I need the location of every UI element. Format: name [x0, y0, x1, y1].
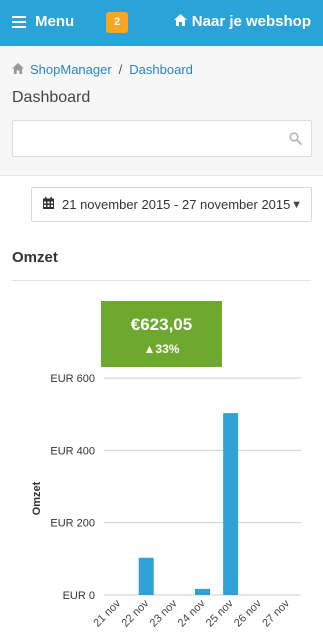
revenue-chart: EUR 0 EUR 200 EUR 400 EUR 600 21 nov22 nov23…	[31, 373, 301, 629]
x-tick-label: 27 nov	[260, 597, 292, 629]
hamburger-icon	[12, 15, 26, 28]
breadcrumb-separator: /	[118, 62, 123, 77]
x-tick-label: 26 nov	[232, 597, 264, 629]
x-tick-label: 24 nov	[176, 597, 208, 629]
top-navbar: Menu 2 Naar je webshop	[0, 0, 323, 46]
y-tick-label: EUR 0	[63, 590, 95, 602]
y-tick-label: EUR 200	[50, 518, 95, 530]
caret-down-icon: ▼	[291, 199, 302, 211]
webshop-link-label: Naar je webshop	[191, 13, 311, 30]
y-tick-label: EUR 600	[50, 373, 95, 385]
x-tick-label: 21 nov	[91, 597, 123, 629]
calendar-icon	[43, 197, 54, 212]
x-tick-label: 23 nov	[148, 597, 180, 629]
revenue-kpi-box: €623,05 ▲33%	[101, 301, 222, 367]
menu-label: Menu	[35, 13, 75, 30]
section-divider	[12, 280, 311, 281]
y-axis-label: Omzet	[31, 481, 43, 515]
date-range-picker[interactable]: 21 november 2015 - 27 november 2015 ▼	[31, 187, 312, 222]
section-title-revenue: Omzet	[12, 249, 58, 266]
breadcrumb-shopmanager[interactable]: ShopManager	[30, 62, 112, 77]
chart-bar	[195, 588, 210, 595]
revenue-total: €623,05	[130, 315, 193, 334]
search-icon[interactable]	[289, 132, 302, 150]
webshop-link[interactable]: Naar je webshop	[173, 13, 311, 30]
breadcrumb: ShopManager / Dashboard	[12, 62, 193, 77]
y-tick-label: EUR 400	[50, 445, 95, 457]
menu-button[interactable]: Menu	[12, 13, 74, 30]
page-title: Dashboard	[12, 89, 91, 106]
home-icon	[12, 62, 24, 77]
x-tick-label: 22 nov	[119, 597, 151, 629]
chart-bar	[223, 413, 239, 595]
chart-bar	[138, 557, 154, 595]
revenue-change: ▲33%	[143, 342, 180, 356]
page-header: ShopManager / Dashboard Dashboard	[0, 46, 323, 176]
notification-badge[interactable]: 2	[106, 12, 128, 33]
breadcrumb-dashboard[interactable]: Dashboard	[129, 62, 193, 77]
search-input[interactable]	[13, 121, 273, 156]
x-tick-label: 25 nov	[204, 597, 236, 629]
date-range-label: 21 november 2015 - 27 november 2015	[62, 197, 291, 212]
home-icon	[173, 13, 187, 30]
search-box	[12, 120, 312, 157]
